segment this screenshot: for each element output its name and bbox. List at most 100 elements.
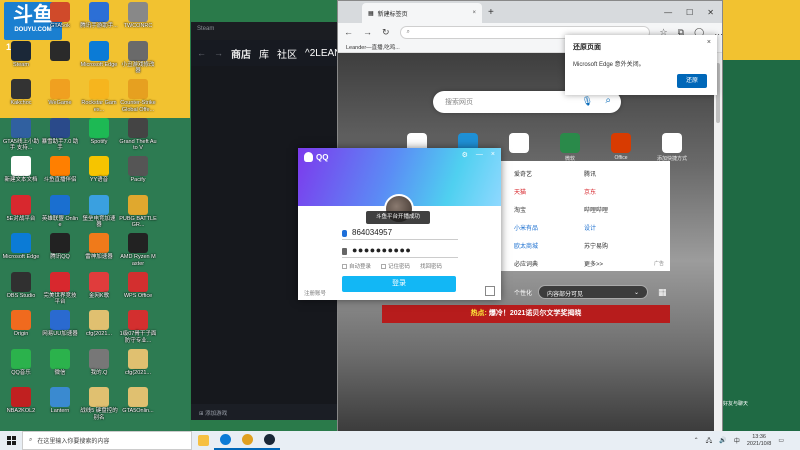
- desktop-icon[interactable]: Grand Theft Auto V: [119, 116, 157, 160]
- qq-close-button[interactable]: ×: [491, 151, 495, 159]
- desktop-icon[interactable]: 我的.Q: [80, 347, 118, 391]
- taskbar-app-chrome[interactable]: [236, 431, 258, 450]
- site-link[interactable]: 哔哩哔哩: [584, 205, 664, 214]
- new-tab-button[interactable]: +: [488, 7, 494, 18]
- taskbar-app-file-explorer[interactable]: [192, 431, 214, 450]
- site-link[interactable]: 爱奇艺: [504, 169, 584, 178]
- scrollbar[interactable]: [714, 53, 722, 431]
- quick-link[interactable]: 微软: [553, 133, 587, 162]
- nav-library[interactable]: 库: [259, 46, 269, 61]
- desktop-icon[interactable]: WPS Office: [119, 270, 157, 314]
- content-visibility-select[interactable]: 内容部分可见 ⌄: [538, 285, 649, 299]
- apps-grid-icon[interactable]: ▦: [658, 287, 667, 298]
- auto-login-checkbox[interactable]: 自动登录: [342, 262, 371, 270]
- desktop-icon[interactable]: GTA5Onlin...: [119, 385, 157, 429]
- back-button[interactable]: ←: [344, 27, 353, 37]
- desktop-icon[interactable]: Spotify: [80, 116, 118, 160]
- desktop-icon[interactable]: 腾讯手游助手...: [80, 0, 118, 44]
- desktop-icon[interactable]: 金网K歌: [80, 270, 118, 314]
- desktop-icon[interactable]: Origin: [2, 308, 40, 352]
- personalize-label[interactable]: 个性化: [514, 288, 532, 297]
- taskbar-app-edge[interactable]: [214, 431, 236, 450]
- tab-close-icon[interactable]: ×: [472, 10, 476, 16]
- desktop-icon[interactable]: 网易UU加速器: [41, 308, 79, 352]
- add-game-button[interactable]: ⊞ 添加游戏: [191, 404, 351, 420]
- qq-minimize-button[interactable]: —: [476, 151, 483, 159]
- minimize-button[interactable]: —: [664, 8, 672, 17]
- desktop-icon[interactable]: cfg(2021...: [80, 308, 118, 352]
- desktop-icon[interactable]: Microsoft Edge: [80, 39, 118, 83]
- tray-arrow-icon[interactable]: ⌃: [694, 437, 699, 444]
- remember-password-checkbox[interactable]: 记住密码: [381, 262, 410, 270]
- start-button[interactable]: [0, 431, 22, 450]
- desktop-icon[interactable]: 腾讯QQ: [41, 231, 79, 275]
- quick-link[interactable]: [502, 133, 536, 155]
- favorites-item[interactable]: Leander—直播,吃鸡...: [346, 45, 400, 51]
- nav-store[interactable]: 商店: [231, 46, 251, 61]
- friends-chat-button[interactable]: 好友与聊天: [723, 400, 763, 407]
- desktop-icon[interactable]: 雷神加速器: [80, 231, 118, 275]
- desktop-icon[interactable]: 堡垒电竞加速器: [80, 193, 118, 237]
- desktop-icon[interactable]: 暴雪助手7.0 助手: [41, 116, 79, 160]
- quick-link[interactable]: 添加快捷方式: [655, 133, 689, 162]
- desktop-icon[interactable]: Pacify: [119, 154, 157, 198]
- desktop-icon[interactable]: TWCONRC: [119, 0, 157, 44]
- find-password-link[interactable]: 找回密码: [420, 262, 442, 270]
- desktop-icon[interactable]: 英雄联盟 Online: [41, 193, 79, 237]
- network-icon[interactable]: 🖧: [706, 436, 713, 446]
- forward-arrow-icon[interactable]: →: [214, 48, 223, 58]
- desktop-icon[interactable]: Lantern: [41, 385, 79, 429]
- microphone-icon[interactable]: 🎙: [582, 96, 593, 107]
- qr-code-icon[interactable]: [485, 286, 495, 296]
- site-link[interactable]: 必应词典: [504, 259, 584, 268]
- quick-link[interactable]: Office: [604, 133, 638, 161]
- maximize-button[interactable]: ☐: [686, 8, 693, 17]
- desktop-icon[interactable]: YY语音: [80, 154, 118, 198]
- taskbar-search-input[interactable]: ⌕ 在这里输入你要搜索的内容: [22, 431, 192, 450]
- site-link[interactable]: 欧太商城: [504, 241, 584, 250]
- desktop-icon[interactable]: OBS Studio: [2, 270, 40, 314]
- password-field[interactable]: ●●●●●●●●●●: [342, 244, 458, 258]
- nav-community[interactable]: 社区: [277, 46, 297, 61]
- site-link[interactable]: 京东: [584, 187, 664, 196]
- desktop-icon[interactable]: Rockstar Games...: [80, 77, 118, 121]
- nav-user[interactable]: ^2LEAN: [305, 48, 341, 59]
- register-link[interactable]: 注册账号: [304, 289, 326, 297]
- search-icon[interactable]: ⌕: [605, 95, 611, 106]
- desktop-icon[interactable]: 5E对战平台: [2, 193, 40, 237]
- desktop-icon[interactable]: NBA2KOL2: [2, 385, 40, 429]
- site-link[interactable]: 天猫: [504, 187, 584, 196]
- desktop-icon[interactable]: 小丑游戏修改器: [119, 39, 157, 83]
- clock[interactable]: 13:36 2021/10/8: [747, 434, 771, 448]
- restore-button[interactable]: 还原: [677, 74, 707, 88]
- desktop-icon[interactable]: [41, 39, 79, 83]
- notification-icon[interactable]: ▭: [778, 437, 784, 444]
- tab-new-tab[interactable]: ▦ 新建标签页 ×: [362, 3, 482, 23]
- desktop-icon[interactable]: cfg(2021...: [119, 347, 157, 391]
- close-button[interactable]: ✕: [707, 8, 714, 17]
- desktop-icon[interactable]: WeGame: [41, 77, 79, 121]
- desktop-icon[interactable]: 战线5 键盘控的别名: [80, 385, 118, 429]
- site-link[interactable]: 更多>>: [584, 259, 664, 268]
- volume-icon[interactable]: 🔊: [719, 437, 726, 444]
- news-banner[interactable]: 热点: 爆冷！2021诺贝尔文学奖揭晓: [382, 305, 670, 323]
- site-link[interactable]: 小米有品: [504, 223, 584, 232]
- desktop-icon[interactable]: GTA5线上小助手 支持...: [2, 116, 40, 160]
- desktop-icon[interactable]: 新建文本文档: [2, 154, 40, 198]
- desktop-icon[interactable]: QQ音乐: [2, 347, 40, 391]
- desktop-icon[interactable]: PUBG BATTLEGR...: [119, 193, 157, 237]
- taskbar-app-steam[interactable]: [258, 431, 280, 450]
- refresh-button[interactable]: ↻: [382, 27, 390, 38]
- settings-gear-icon[interactable]: ⚙: [462, 151, 468, 159]
- site-link[interactable]: 腾讯: [584, 169, 664, 178]
- account-field[interactable]: 864034957: [342, 226, 458, 240]
- desktop-icon[interactable]: Counter-Strike Global Offe...: [119, 77, 157, 121]
- popup-close-icon[interactable]: ×: [707, 39, 711, 46]
- desktop-icon[interactable]: Kakchoc: [2, 77, 40, 121]
- site-link[interactable]: 苏宁易购: [584, 241, 664, 250]
- site-link[interactable]: 淘宝: [504, 205, 584, 214]
- ime-indicator[interactable]: 中: [734, 436, 740, 445]
- site-link[interactable]: 设计: [584, 223, 664, 232]
- desktop-icon[interactable]: Steam: [2, 39, 40, 83]
- desktop-icon[interactable]: 完美世界竞技平台: [41, 270, 79, 314]
